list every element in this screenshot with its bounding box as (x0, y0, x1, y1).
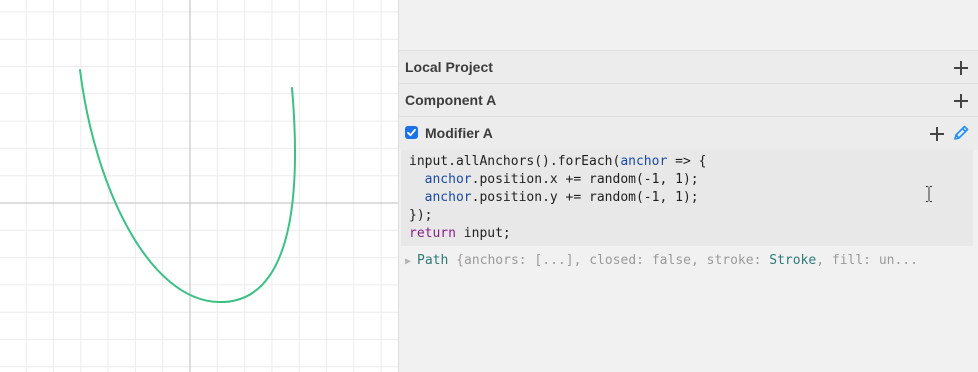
code-text: .position.y += random(-1, 1); (471, 190, 699, 205)
code-identifier: anchor (620, 154, 668, 169)
code-keyword: return (409, 226, 456, 241)
triangle-right-icon[interactable]: ▶ (405, 256, 411, 267)
plus-icon[interactable] (954, 61, 968, 75)
pencil-icon[interactable] (952, 124, 970, 142)
properties-panel: Local Project Component A Modifier A inp… (399, 0, 978, 372)
code-identifier: anchor (424, 172, 472, 187)
output-text: {anchors: [...], closed: false, stroke: (448, 253, 770, 268)
canvas-drawing (0, 0, 398, 372)
layer-component-a[interactable]: Component A (399, 83, 978, 116)
modifier-label: Modifier A (425, 125, 493, 141)
modifier-row[interactable]: Modifier A (399, 116, 978, 150)
code-text: input; (455, 226, 511, 241)
canvas[interactable] (0, 0, 398, 372)
code-text: input.allAnchors().forEach( (409, 154, 621, 169)
layer-label: Component A (405, 92, 497, 108)
layer-local-project[interactable]: Local Project (399, 50, 978, 83)
plus-icon[interactable] (930, 127, 944, 141)
layer-label: Local Project (405, 59, 493, 75)
app-root: Local Project Component A Modifier A inp… (0, 0, 978, 372)
grid (0, 0, 398, 372)
checkmark-icon (407, 128, 416, 137)
modifier-enabled-checkbox[interactable] (405, 126, 418, 139)
output-preview[interactable]: ▶ Path {anchors: [...], closed: false, st… (405, 252, 975, 270)
output-text: , fill: un... (816, 253, 918, 268)
code-identifier: anchor (424, 190, 472, 205)
code-text: .position.x += random(-1, 1); (471, 172, 699, 187)
code-text: }); (409, 208, 433, 223)
code-editor[interactable]: input.allAnchors().forEach(anchor => { a… (401, 150, 973, 246)
ibeam-cursor-icon (926, 186, 932, 202)
plus-icon[interactable] (954, 94, 968, 108)
output-stroke-type: Stroke (769, 253, 817, 268)
output-type: Path (417, 253, 449, 268)
path-curve[interactable] (79, 69, 296, 304)
code-text: => { (667, 154, 707, 169)
